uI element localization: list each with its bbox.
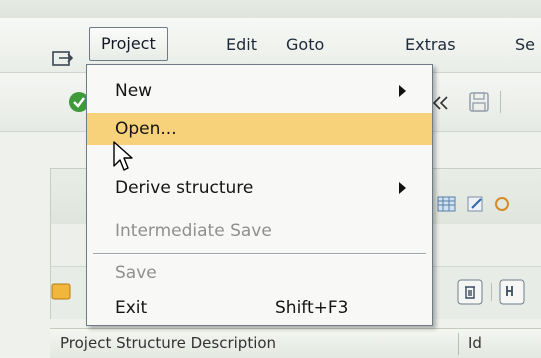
grid-toolbar-separator <box>491 283 492 301</box>
refresh-icon[interactable] <box>494 195 510 213</box>
save-disk-icon[interactable] <box>467 90 491 114</box>
menu-item-intermediate-save-label: Intermediate Save <box>115 221 272 241</box>
menu-item-new[interactable]: New <box>87 75 432 107</box>
menu-extras-label: Extras <box>405 35 456 54</box>
find-icon[interactable] <box>499 279 525 305</box>
column-header-id[interactable]: Id <box>468 329 482 358</box>
title-bar <box>0 0 541 18</box>
menu-project-label: Project <box>101 34 156 53</box>
menu-item-new-label: New <box>115 81 153 101</box>
menu-settings[interactable]: Se <box>515 30 535 60</box>
menu-item-intermediate-save: Intermediate Save <box>87 215 432 247</box>
menu-item-derive-structure-label: Derive structure <box>115 178 254 198</box>
trash-icon[interactable] <box>457 279 483 305</box>
column-header-description[interactable]: Project Structure Description <box>60 329 276 358</box>
menu-edit[interactable]: Edit <box>226 30 257 60</box>
menu-item-open[interactable]: Open... <box>87 113 432 145</box>
menu-extras[interactable]: Extras <box>405 30 456 60</box>
mouse-pointer-icon <box>113 141 133 171</box>
project-dropdown-menu: New Open... Derive structure Intermediat… <box>86 64 433 326</box>
menu-toggle-icon[interactable] <box>50 48 76 70</box>
menu-goto-label: Goto <box>286 35 325 54</box>
column-separator <box>458 333 459 355</box>
grid-column-header: Project Structure Description Id <box>50 328 541 358</box>
submenu-arrow-icon <box>399 182 406 194</box>
menu-item-save-label: Save <box>115 263 157 283</box>
menu-item-save: Save <box>87 257 432 289</box>
menu-item-exit[interactable]: Exit Shift+F3 <box>87 292 432 324</box>
menu-item-derive-structure[interactable]: Derive structure <box>87 172 432 204</box>
submenu-arrow-icon <box>399 85 406 97</box>
toolbar-separator <box>500 91 501 113</box>
menu-settings-label: Se <box>515 35 535 54</box>
folder-icon[interactable] <box>51 281 71 301</box>
double-left-arrow-icon[interactable] <box>430 93 452 113</box>
menu-item-exit-label: Exit <box>115 298 148 318</box>
menu-edit-label: Edit <box>226 35 257 54</box>
edit-icon[interactable] <box>466 195 486 213</box>
menu-goto[interactable]: Goto <box>286 30 324 60</box>
table-settings-icon[interactable] <box>437 195 457 213</box>
menu-separator <box>93 253 426 255</box>
menu-project[interactable]: Project <box>89 27 168 61</box>
menu-item-exit-shortcut: Shift+F3 <box>275 298 349 318</box>
